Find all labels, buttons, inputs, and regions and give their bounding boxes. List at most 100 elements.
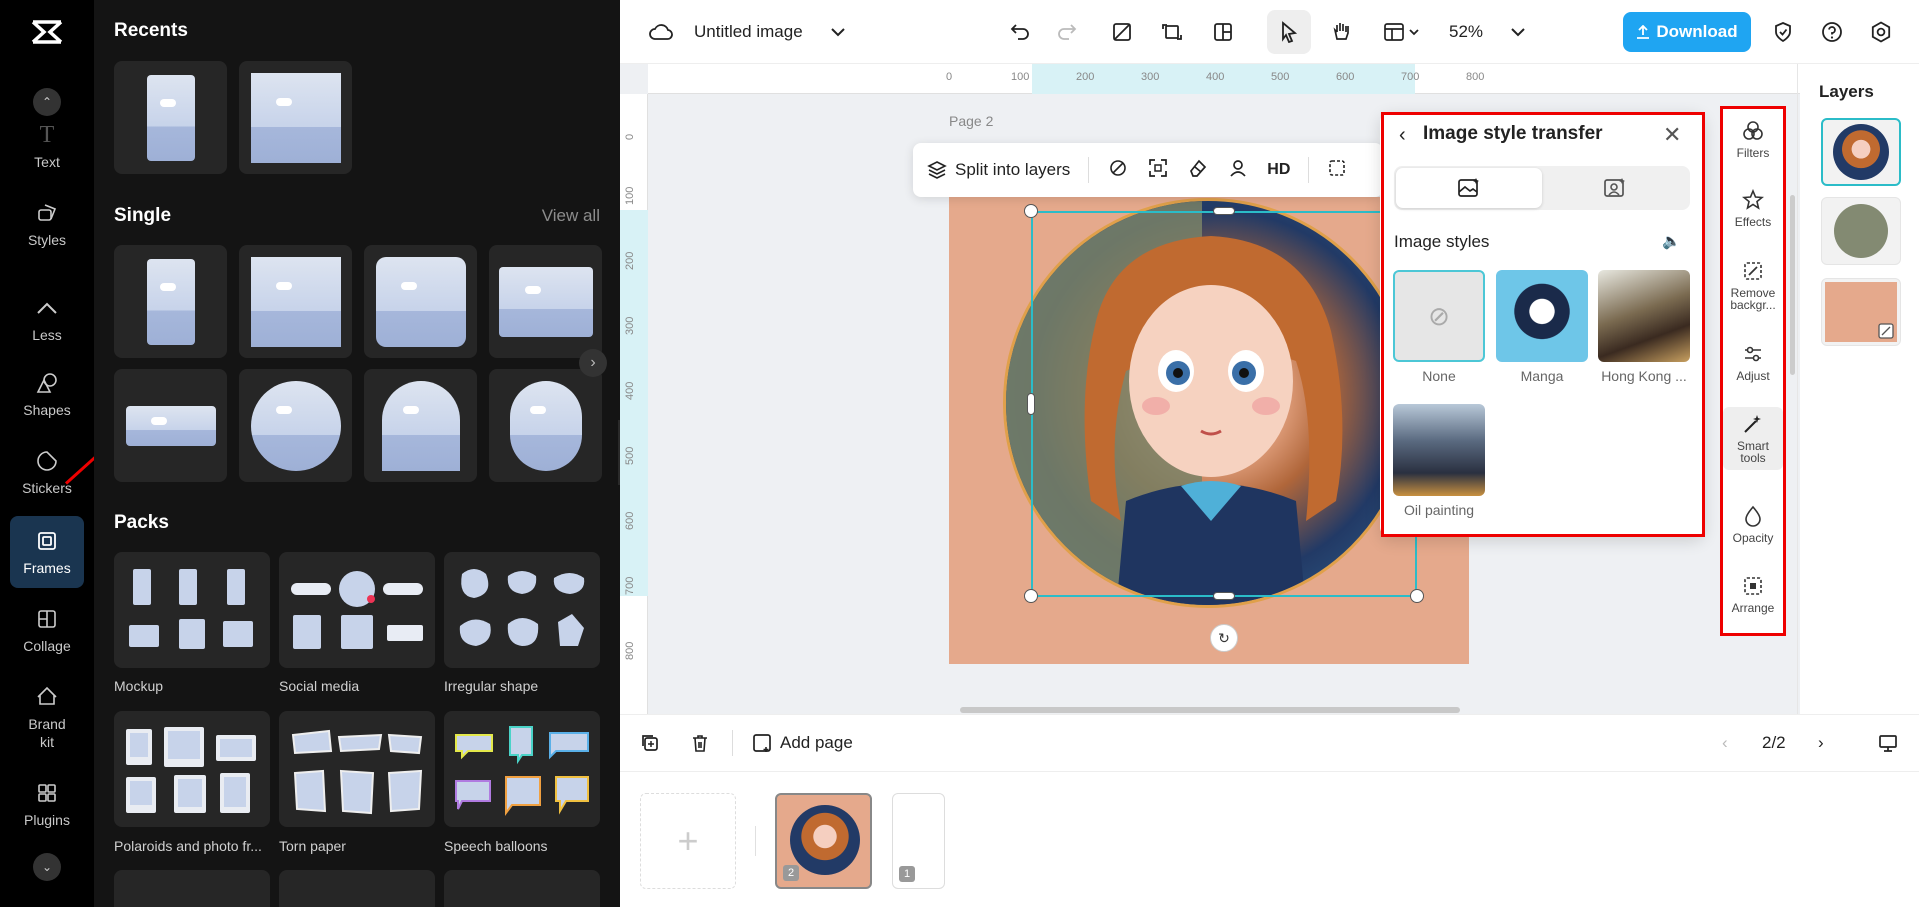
help-icon[interactable] [1817, 0, 1847, 64]
add-page-button[interactable]: Add page [752, 714, 853, 772]
back-icon[interactable]: ‹ [1399, 124, 1406, 147]
ruler-tick-label: 300 [624, 317, 636, 335]
pack-polaroids[interactable] [114, 711, 270, 827]
pack-more[interactable] [279, 870, 435, 907]
chevron-right-icon[interactable]: › [579, 349, 607, 377]
next-page-icon[interactable]: › [1818, 714, 1824, 772]
expand-icon[interactable] [1147, 157, 1169, 184]
layout-add-icon[interactable] [1207, 0, 1239, 64]
style-option-none[interactable]: ⊘ None [1393, 270, 1485, 384]
chevron-down-icon[interactable] [826, 0, 850, 64]
resize-handle[interactable] [1027, 393, 1035, 415]
chevron-down-icon[interactable] [1506, 0, 1530, 64]
eraser-icon[interactable] [1187, 157, 1209, 184]
pack-mockup[interactable] [114, 552, 270, 668]
resize-icon[interactable] [1106, 0, 1138, 64]
resize-handle[interactable] [1024, 204, 1038, 218]
pack-torn-paper[interactable] [279, 711, 435, 827]
add-page-label: Add page [780, 733, 853, 753]
crop-rotate-icon[interactable] [1156, 0, 1188, 64]
vertical-scrollbar[interactable] [1790, 195, 1795, 375]
recent-frame[interactable] [114, 61, 227, 174]
rail-item-brand-kit[interactable]: Brand kit [0, 683, 94, 751]
download-button[interactable]: Download [1623, 12, 1751, 52]
resize-handle[interactable] [1213, 207, 1235, 215]
recent-frame[interactable] [239, 61, 352, 174]
collapse-up-icon[interactable]: ⌃ [33, 88, 61, 116]
shield-icon[interactable] [1768, 0, 1798, 64]
single-frame[interactable] [364, 369, 477, 482]
magic-brush-icon[interactable] [1107, 157, 1129, 184]
tool-opacity[interactable]: Opacity [1723, 505, 1783, 544]
style-option-oil-painting[interactable]: Oil painting [1393, 404, 1485, 518]
tool-filters[interactable]: Filters [1723, 120, 1783, 159]
single-frame[interactable] [239, 369, 352, 482]
tool-arrange[interactable]: Arrange [1723, 575, 1783, 614]
style-option-manga[interactable]: Manga [1496, 270, 1588, 384]
cloud-icon[interactable] [646, 0, 676, 64]
resize-handle[interactable] [1024, 589, 1038, 603]
pack-social-media[interactable] [279, 552, 435, 668]
layout-menu-icon[interactable] [1380, 0, 1426, 64]
horizontal-scrollbar[interactable] [960, 707, 1460, 713]
delete-page-icon[interactable] [690, 714, 710, 772]
resize-handle[interactable] [1410, 589, 1424, 603]
rotate-icon[interactable]: ↻ [1210, 624, 1238, 652]
pack-speech-balloons[interactable] [444, 711, 600, 827]
single-frame[interactable] [114, 245, 227, 358]
tool-remove-background[interactable]: Remove backgr... [1723, 260, 1783, 311]
settings-icon[interactable] [1866, 0, 1896, 64]
layer-background[interactable] [1821, 278, 1901, 346]
page-thumbnail-1[interactable]: 1 [892, 793, 945, 889]
zoom-level[interactable]: 52% [1449, 0, 1483, 64]
rail-item-shapes[interactable]: Shapes [0, 370, 94, 418]
single-frame[interactable] [489, 245, 602, 358]
document-title[interactable]: Untitled image [694, 0, 803, 64]
hand-icon[interactable] [1327, 0, 1357, 64]
split-into-layers-button[interactable]: Split into layers [927, 160, 1070, 180]
rail-item-styles[interactable]: Styles [0, 200, 94, 248]
present-icon[interactable] [1878, 714, 1898, 772]
add-page-slot[interactable]: + [640, 793, 736, 889]
rail-item-less[interactable]: Less [0, 295, 94, 343]
single-frame[interactable] [489, 369, 602, 482]
redo-icon[interactable] [1052, 0, 1082, 64]
rail-item-frames[interactable]: Frames [10, 516, 84, 588]
pack-more[interactable] [114, 870, 270, 907]
page-thumbnail-2[interactable]: 2 [775, 793, 872, 889]
plugins-icon [34, 780, 60, 806]
more-tools-icon[interactable] [1327, 158, 1347, 183]
layer-portrait[interactable] [1821, 118, 1901, 186]
tab-portrait-style[interactable] [1542, 168, 1688, 208]
rail-item-text[interactable]: T Text [0, 122, 94, 170]
hong-kong-thumbnail [1598, 270, 1690, 362]
tool-adjust[interactable]: Adjust [1723, 343, 1783, 382]
single-frame[interactable] [114, 369, 227, 482]
layer-circle-shape[interactable] [1821, 197, 1901, 265]
rail-item-collage[interactable]: Collage [0, 606, 94, 654]
chevron-down-icon[interactable]: ⌄ [33, 853, 61, 881]
undo-icon[interactable] [1005, 0, 1035, 64]
hd-button[interactable]: HD [1267, 161, 1290, 179]
style-tabs [1394, 166, 1690, 210]
add-page-icon [752, 733, 772, 753]
style-option-hong-kong[interactable]: Hong Kong ... [1598, 270, 1690, 384]
tab-image-style[interactable] [1396, 168, 1542, 208]
single-frame[interactable] [239, 245, 352, 358]
tool-effects[interactable]: Effects [1723, 189, 1783, 228]
portrait-retouch-icon[interactable] [1227, 157, 1249, 184]
pack-more[interactable] [444, 870, 600, 907]
pointer-icon[interactable] [1274, 0, 1304, 64]
speaker-icon[interactable]: 🔈 [1662, 232, 1681, 250]
single-title: Single [114, 205, 171, 227]
tool-smart-tools[interactable]: Smart tools [1723, 407, 1783, 470]
duplicate-page-icon[interactable] [640, 714, 660, 772]
close-icon[interactable]: ✕ [1663, 122, 1681, 148]
pack-irregular-shape[interactable] [444, 552, 600, 668]
resize-handle[interactable] [1213, 592, 1235, 600]
rail-label: Collage [23, 638, 70, 654]
rail-item-plugins[interactable]: Plugins [0, 780, 94, 828]
view-all-link[interactable]: View all [542, 206, 600, 226]
prev-page-icon[interactable]: ‹ [1722, 714, 1728, 772]
single-frame[interactable] [364, 245, 477, 358]
